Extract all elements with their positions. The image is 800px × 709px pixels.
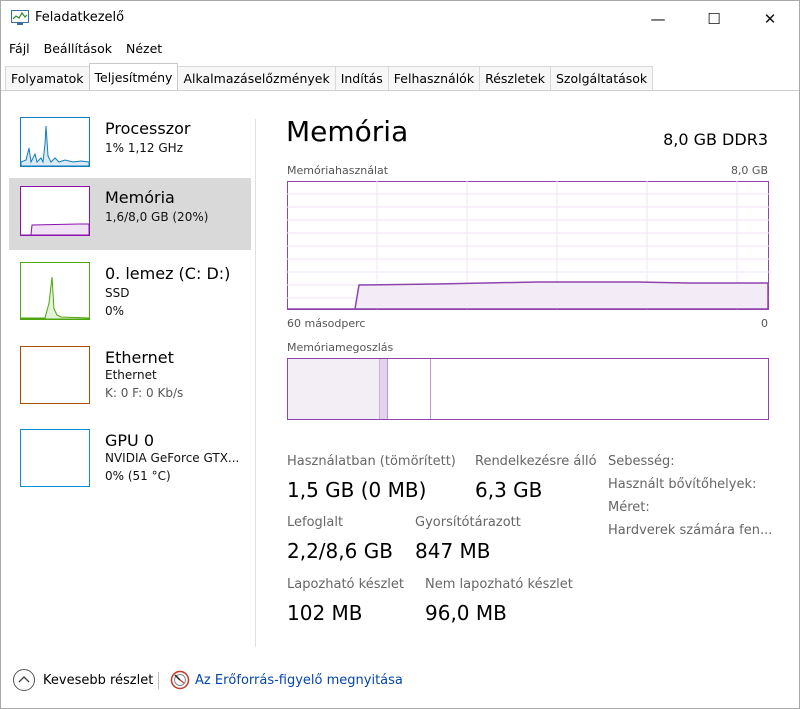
task-manager-window: Feladatkezelő — ☐ ✕ Fájl Beállítások Néz… bbox=[0, 0, 800, 709]
sidebar-item-disk[interactable]: 0. lemez (C: D:) SSD 0% bbox=[9, 254, 251, 326]
performance-sidebar: Processzor 1% 1,12 GHz Memória 1,6/8,0 G… bbox=[1, 109, 255, 639]
open-resource-monitor-link[interactable]: Az Erőforrás-figyelő megnyitása bbox=[195, 673, 403, 688]
menu-file[interactable]: Fájl bbox=[1, 39, 36, 61]
in-use-value: 1,5 GB (0 MB) bbox=[287, 478, 427, 502]
sidebar-item-memory[interactable]: Memória 1,6/8,0 GB (20%) bbox=[9, 178, 251, 250]
non-paged-pool-label: Nem lapozható készlet bbox=[425, 577, 573, 592]
axis-left-label: 60 másodperc bbox=[287, 317, 366, 330]
sidebar-item-title: 0. lemez (C: D:) bbox=[105, 264, 231, 283]
maximize-button[interactable]: ☐ bbox=[691, 1, 737, 37]
sidebar-item-title: Memória bbox=[105, 188, 175, 207]
sidebar-item-detail-2: K: 0 F: 0 Kb/s bbox=[105, 386, 184, 400]
available-value: 6,3 GB bbox=[475, 478, 543, 502]
composition-in-use bbox=[288, 359, 379, 419]
resource-monitor-icon[interactable] bbox=[170, 670, 190, 690]
panel-divider bbox=[255, 119, 256, 647]
tab-details[interactable]: Részletek bbox=[479, 66, 551, 90]
sidebar-item-detail: 1,6/8,0 GB (20%) bbox=[105, 210, 209, 224]
memory-thumbnail-graph bbox=[20, 186, 90, 236]
composition-label: Memóriamegoszlás bbox=[287, 341, 394, 354]
menu-view[interactable]: Nézet bbox=[118, 39, 168, 61]
tab-services[interactable]: Szolgáltatások bbox=[549, 66, 654, 90]
sidebar-item-detail: NVIDIA GeForce GTX... bbox=[105, 451, 240, 465]
footer-bar: Kevesebb részlet Az Erőforrás-figyelő me… bbox=[1, 665, 799, 697]
committed-value: 2,2/8,6 GB bbox=[287, 539, 393, 563]
sidebar-item-title: Processzor bbox=[105, 119, 191, 138]
sidebar-item-cpu[interactable]: Processzor 1% 1,12 GHz bbox=[9, 109, 251, 181]
hardware-reserved-label: Hardverek számára fen... bbox=[608, 523, 773, 538]
disk-sparkline bbox=[20, 276, 90, 320]
in-use-label: Használatban (tömörített) bbox=[287, 454, 456, 469]
usage-graph-max: 8,0 GB bbox=[730, 164, 768, 177]
footer-separator bbox=[158, 672, 159, 689]
non-paged-pool-value: 96,0 MB bbox=[425, 601, 507, 625]
page-title: Memória bbox=[286, 115, 409, 148]
window-title: Feladatkezelő bbox=[35, 10, 125, 25]
menu-options[interactable]: Beállítások bbox=[36, 39, 118, 61]
minimize-button[interactable]: — bbox=[635, 1, 681, 37]
fewer-details-button[interactable]: Kevesebb részlet bbox=[43, 673, 153, 688]
tab-startup[interactable]: Indítás bbox=[334, 66, 389, 90]
cpu-sparkline bbox=[20, 125, 90, 167]
cached-label: Gyorsítótárazott bbox=[415, 515, 521, 530]
slots-used-label: Használt bővítőhelyek: bbox=[608, 477, 757, 492]
sidebar-item-gpu[interactable]: GPU 0 NVIDIA GeForce GTX... 0% (51 °C) bbox=[9, 421, 251, 493]
ethernet-thumbnail-graph bbox=[20, 346, 90, 404]
memory-usage-graph bbox=[287, 181, 769, 310]
menu-bar: Fájl Beállítások Nézet bbox=[1, 39, 168, 61]
tab-users[interactable]: Felhasználók bbox=[387, 66, 481, 90]
sidebar-item-title: GPU 0 bbox=[105, 431, 155, 450]
cached-value: 847 MB bbox=[415, 539, 491, 563]
close-button[interactable]: ✕ bbox=[747, 1, 793, 37]
composition-standby bbox=[387, 359, 431, 419]
sidebar-item-detail: SSD bbox=[105, 286, 130, 300]
paged-pool-value: 102 MB bbox=[287, 601, 363, 625]
cpu-thumbnail-graph bbox=[20, 117, 90, 167]
tab-performance[interactable]: Teljesítmény bbox=[88, 63, 179, 90]
chevron-up-icon[interactable] bbox=[13, 669, 35, 691]
tab-underline bbox=[1, 90, 799, 91]
speed-label: Sebesség: bbox=[608, 454, 675, 469]
memory-spec: 8,0 GB DDR3 bbox=[663, 130, 768, 149]
available-label: Rendelkezésre álló bbox=[475, 454, 597, 469]
sidebar-item-title: Ethernet bbox=[105, 348, 174, 367]
title-bar[interactable]: Feladatkezelő — ☐ ✕ bbox=[1, 1, 799, 37]
committed-label: Lefoglalt bbox=[287, 515, 344, 530]
memory-composition-bar[interactable] bbox=[287, 358, 769, 420]
tab-processes[interactable]: Folyamatok bbox=[5, 66, 90, 90]
usage-graph-label: Memóriahasználat bbox=[287, 164, 389, 177]
sidebar-item-detail: 1% 1,12 GHz bbox=[105, 141, 184, 155]
paged-pool-label: Lapozható készlet bbox=[287, 577, 404, 592]
tab-app-history[interactable]: Alkalmazáselőzmények bbox=[177, 66, 336, 90]
tab-strip: Folyamatok Teljesítmény Alkalmazáselőzmé… bbox=[5, 63, 654, 91]
composition-modified bbox=[379, 359, 387, 419]
task-manager-icon bbox=[11, 10, 29, 25]
sidebar-item-ethernet[interactable]: Ethernet Ethernet K: 0 F: 0 Kb/s bbox=[9, 338, 251, 410]
memory-sparkline bbox=[21, 223, 90, 236]
disk-thumbnail-graph bbox=[20, 262, 90, 320]
sidebar-item-detail: Ethernet bbox=[105, 368, 157, 382]
sidebar-item-detail-2: 0% (51 °C) bbox=[105, 469, 171, 483]
sidebar-item-detail-2: 0% bbox=[105, 304, 125, 318]
form-factor-label: Méret: bbox=[608, 500, 650, 515]
gpu-thumbnail-graph bbox=[20, 429, 90, 487]
axis-right-label: 0 bbox=[761, 317, 768, 330]
